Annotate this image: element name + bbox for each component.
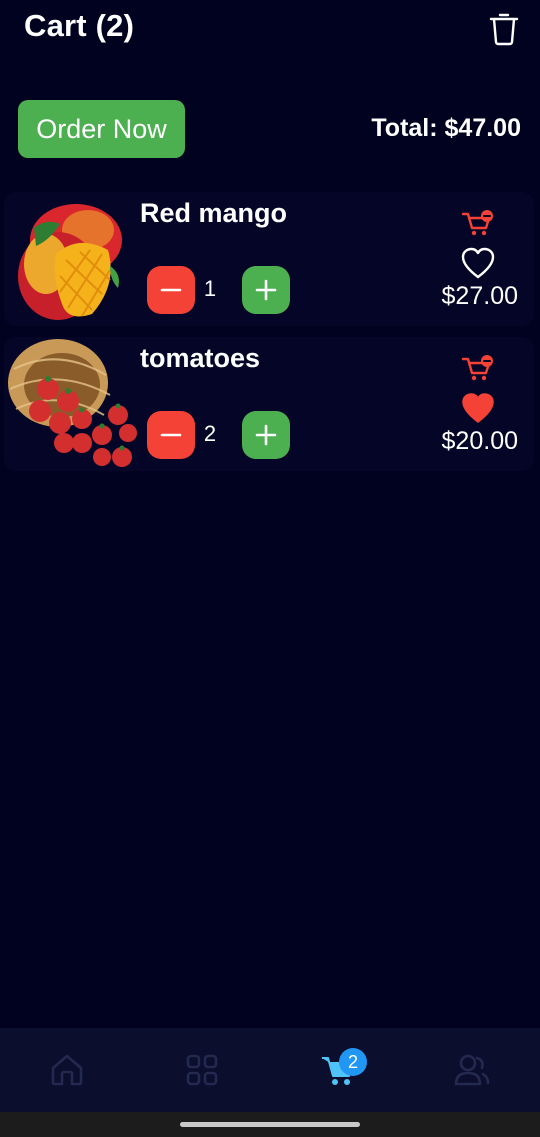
remove-from-cart-button[interactable] [460,208,496,238]
favorite-button[interactable] [460,246,496,280]
favorite-button[interactable] [460,391,496,425]
plus-icon [255,279,277,301]
app-header: Cart (2) [0,0,540,60]
page-title: Cart (2) [24,8,135,43]
bottom-navigation [0,1028,540,1112]
cart-remove-icon [461,355,493,381]
minus-icon [160,433,182,437]
decrease-quantity-button[interactable] [147,266,195,314]
minus-icon [160,288,182,292]
grid-icon [186,1054,218,1086]
system-navigation-bar [0,1112,540,1137]
quantity-value: 2 [203,421,217,446]
trash-icon [489,13,519,46]
heart-outline-icon [461,247,495,279]
cart-total: Total: $47.00 [371,114,521,142]
quantity-value: 1 [203,276,217,301]
clear-cart-button[interactable] [486,10,522,48]
item-name: Red mango [140,198,288,228]
cart-item: Red mango 1 $27.00 [4,192,534,326]
item-price: $27.00 [441,282,518,310]
red-mango-image [6,194,136,326]
increase-quantity-button[interactable] [242,266,290,314]
cart-badge: 2 [339,1048,367,1076]
tomatoes-basket-image [6,339,137,471]
order-now-button[interactable]: Order Now [18,100,185,158]
plus-icon [255,424,277,446]
cart-remove-icon [461,210,493,236]
cart-item: tomatoes 2 $20.00 [4,337,534,471]
nav-categories[interactable] [180,1048,224,1092]
remove-from-cart-button[interactable] [460,353,496,383]
increase-quantity-button[interactable] [242,411,290,459]
home-indicator[interactable] [180,1122,360,1127]
decrease-quantity-button[interactable] [147,411,195,459]
profile-icon [454,1054,490,1086]
nav-profile[interactable] [450,1048,494,1092]
item-price: $20.00 [441,427,518,455]
home-icon [51,1054,83,1086]
nav-home[interactable] [45,1048,89,1092]
item-name: tomatoes [140,343,261,373]
heart-filled-icon [462,393,494,423]
